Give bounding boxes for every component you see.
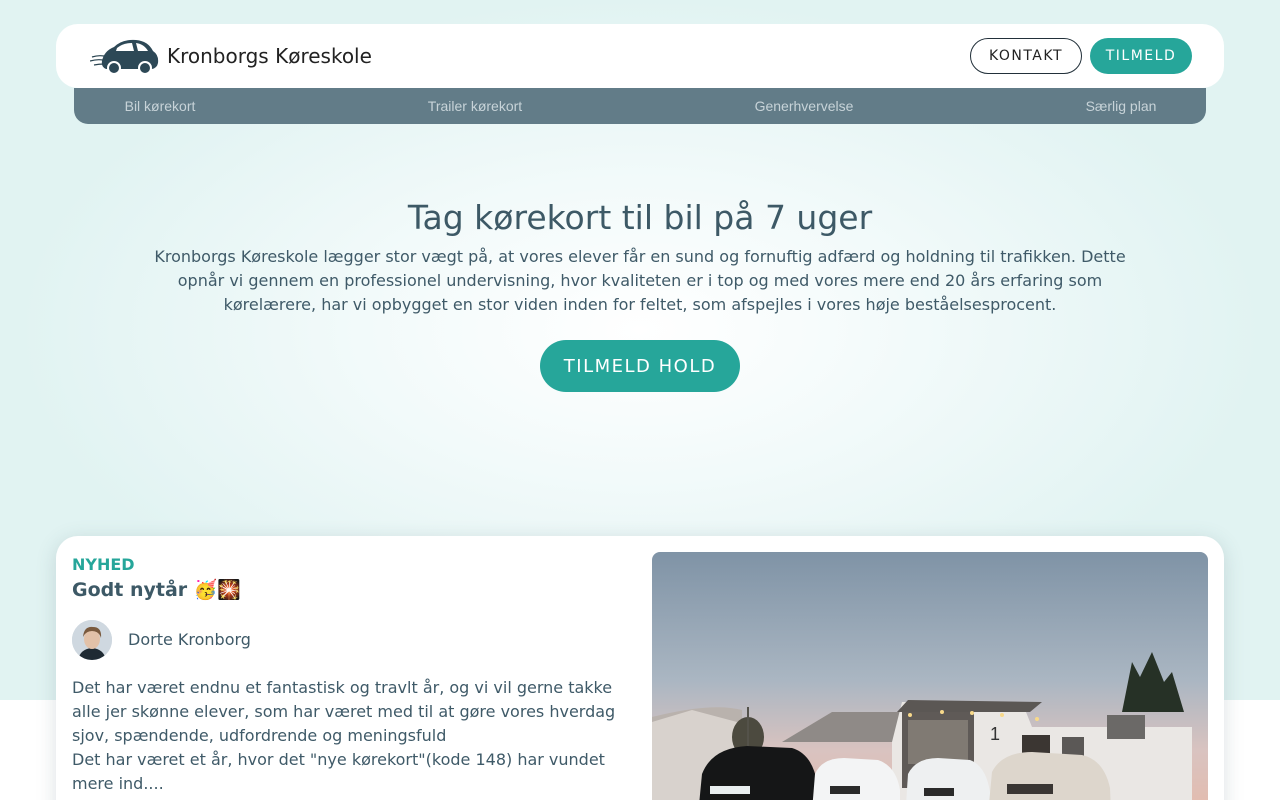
signup-button[interactable]: TILMELD	[1090, 38, 1192, 74]
hero-title: Tag kørekort til bil på 7 uger	[407, 198, 873, 237]
car-logo-icon[interactable]	[90, 37, 160, 75]
site-header: Kronborgs Køreskole KONTAKT TILMELD	[56, 24, 1224, 88]
news-excerpt: Det har været endnu et fantastisk og tra…	[72, 676, 628, 796]
brand-name[interactable]: Kronborgs Køreskole	[167, 44, 372, 68]
hero-description: Kronborgs Køreskole lægger stor vægt på,…	[154, 247, 1126, 314]
nav-item-bil-korekort[interactable]: Bil kørekort	[125, 98, 196, 114]
news-title[interactable]: Godt nytår 🥳🎇	[72, 578, 241, 601]
news-paragraph-1: Det har været endnu et fantastisk og tra…	[72, 678, 616, 745]
news-photo[interactable]: 1	[652, 552, 1208, 800]
nav-item-saerlig-plan[interactable]: Særlig plan	[1086, 98, 1157, 114]
news-tag: NYHED	[72, 555, 135, 574]
news-card[interactable]: NYHED Godt nytår 🥳🎇 Dorte Kronborg Det h…	[56, 536, 1224, 800]
author-avatar	[72, 620, 112, 660]
author-name: Dorte Kronborg	[128, 630, 251, 649]
building-number: 1	[990, 724, 1000, 744]
nav-item-trailer-korekort[interactable]: Trailer kørekort	[428, 98, 522, 114]
news-paragraph-2: Det har været et år, hvor det "nye kørek…	[72, 750, 605, 793]
contact-button[interactable]: KONTAKT	[970, 38, 1082, 74]
sub-navigation: Bil kørekort Trailer kørekort Generhverv…	[74, 88, 1206, 124]
nav-item-generhvervelse[interactable]: Generhvervelse	[755, 98, 854, 114]
signup-team-button[interactable]: TILMELD HOLD	[540, 340, 740, 392]
